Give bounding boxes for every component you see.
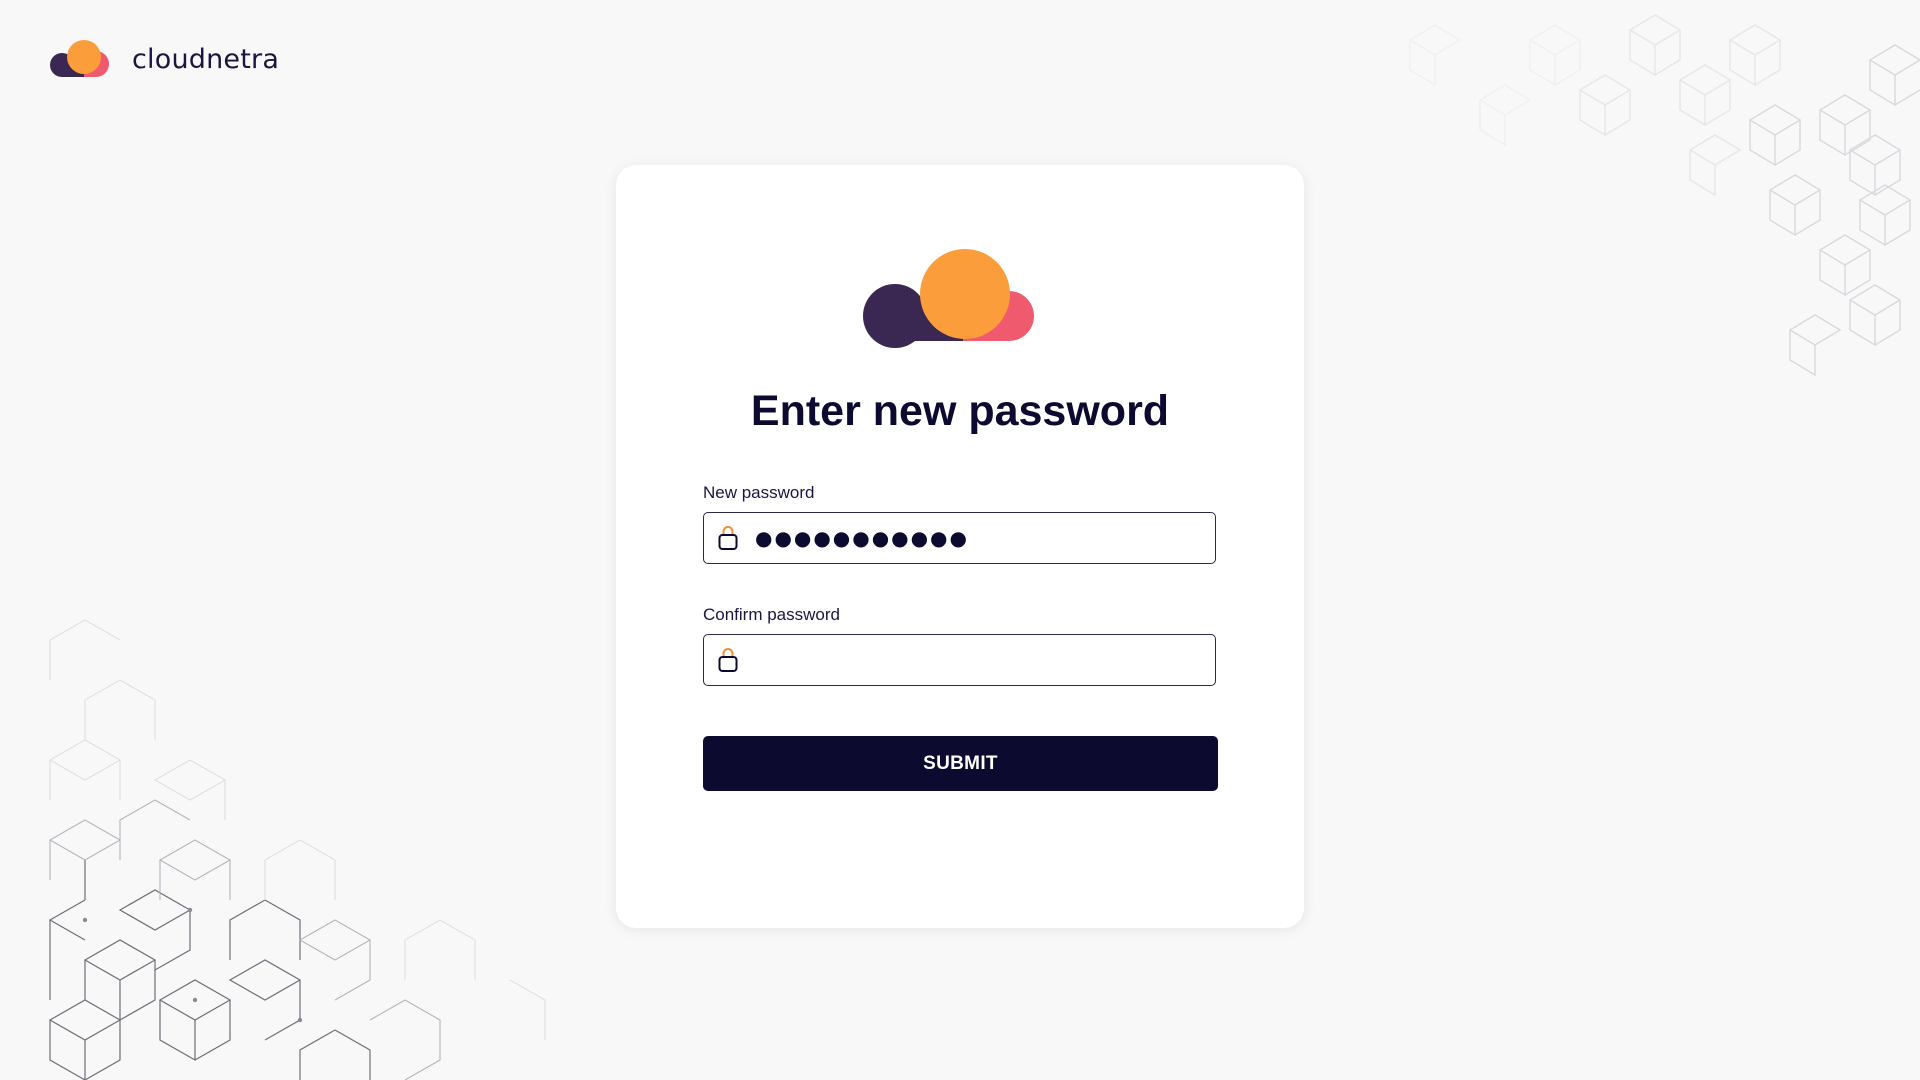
page-title: Enter new password [750,387,1170,435]
confirm-password-label: Confirm password [703,605,840,624]
new-password-field [703,512,1216,564]
background-pattern-top-right [1408,14,1920,377]
brand-name: cloudnetra [132,43,280,75]
confirm-password-input[interactable] [755,635,1205,685]
new-password-label: New password [703,483,815,502]
cloud-logo-icon [50,40,109,77]
cloud-logo-icon [863,249,1034,348]
new-password-input[interactable] [755,513,1205,563]
brand[interactable]: cloudnetra [48,38,279,80]
lock-icon [718,526,738,550]
confirm-password-field [703,634,1216,686]
password-reset-card: Enter new password New password Confirm … [616,165,1304,928]
submit-button[interactable]: SUBMIT [703,736,1218,791]
lock-icon [718,648,738,672]
background-pattern-bottom-left [48,619,546,1080]
